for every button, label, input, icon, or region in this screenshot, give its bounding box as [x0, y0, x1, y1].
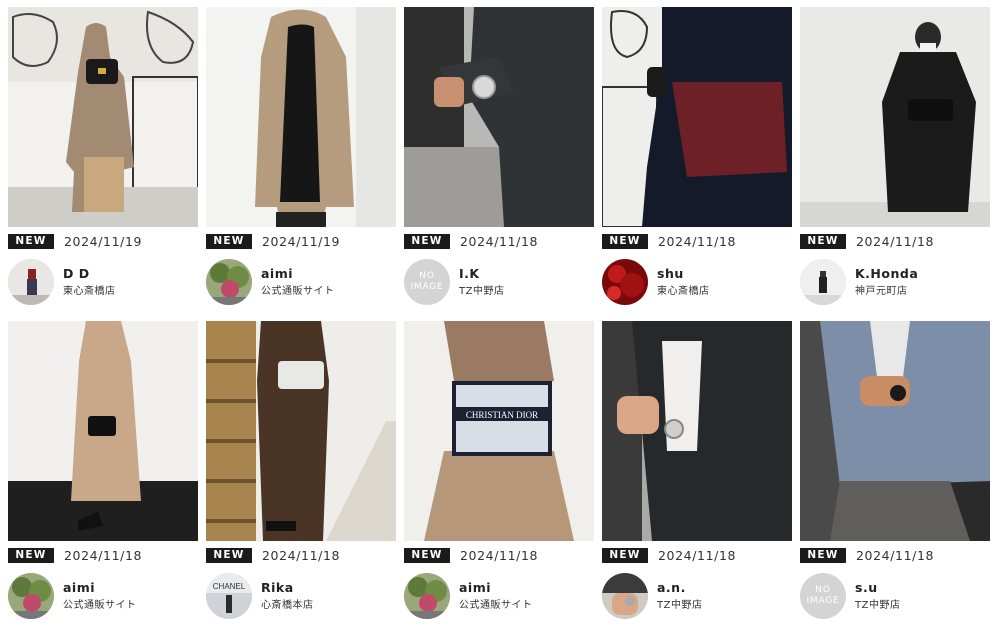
user-avatar[interactable]	[206, 259, 252, 305]
user-name[interactable]: aimi	[261, 266, 335, 282]
user-avatar[interactable]	[602, 259, 648, 305]
user-avatar[interactable]	[800, 259, 846, 305]
snap-card[interactable]: NEW 2024/11/18 NO IMAGE s.u TZ中野店	[800, 321, 990, 627]
snap-photo[interactable]	[8, 7, 198, 227]
store-name: 東心斎橋店	[63, 285, 116, 297]
new-badge: NEW	[800, 547, 846, 563]
post-date: 2024/11/18	[460, 233, 539, 249]
snap-photo[interactable]	[404, 7, 594, 227]
post-date: 2024/11/18	[856, 233, 935, 249]
new-badge: NEW	[602, 233, 648, 249]
post-date: 2024/11/18	[856, 547, 935, 563]
new-badge: NEW	[602, 547, 648, 563]
photo-bag-text: CHRISTIAN DIOR	[466, 410, 538, 420]
snap-card[interactable]: NEW 2024/11/18 shu 東心斎橋店	[602, 7, 792, 313]
post-date: 2024/11/18	[658, 233, 737, 249]
user-avatar[interactable]: CHANEL	[206, 573, 252, 619]
user-name[interactable]: Rika	[261, 580, 314, 596]
style-snap-grid: NEW 2024/11/19 D D 東心斎橋店 NEW 2024/11/19 …	[8, 7, 990, 627]
new-badge: NEW	[404, 547, 450, 563]
snap-photo[interactable]	[800, 7, 990, 227]
new-badge: NEW	[8, 547, 54, 563]
snap-photo[interactable]	[8, 321, 198, 541]
no-image-text: NO	[419, 271, 435, 281]
user-name[interactable]: aimi	[459, 580, 533, 596]
store-name: TZ中野店	[855, 599, 901, 611]
user-name[interactable]: D D	[63, 266, 116, 282]
no-image-avatar[interactable]: NO IMAGE	[800, 573, 846, 619]
post-date: 2024/11/18	[262, 547, 341, 563]
snap-photo[interactable]	[800, 321, 990, 541]
no-image-avatar[interactable]: NO IMAGE	[404, 259, 450, 305]
new-badge: NEW	[800, 233, 846, 249]
user-name[interactable]: I.K	[459, 266, 504, 282]
no-image-text: IMAGE	[806, 596, 840, 606]
store-name: 公式通販サイト	[459, 599, 533, 611]
snap-card[interactable]: CHRISTIAN DIOR NEW 2024/11/18 aimi 公式通販サ…	[404, 321, 594, 627]
no-image-text: NO	[815, 585, 831, 595]
snap-photo[interactable]	[602, 7, 792, 227]
post-date: 2024/11/19	[64, 233, 143, 249]
new-badge: NEW	[206, 233, 252, 249]
snap-photo[interactable]	[602, 321, 792, 541]
snap-card[interactable]: NEW 2024/11/18 NO IMAGE I.K TZ中野店	[404, 7, 594, 313]
user-name[interactable]: s.u	[855, 580, 900, 596]
store-name: TZ中野店	[459, 285, 505, 297]
snap-card[interactable]: NEW 2024/11/18 K.Honda 神戸元町店	[800, 7, 990, 313]
store-name: TZ中野店	[657, 599, 703, 611]
snap-photo[interactable]	[206, 7, 396, 227]
post-date: 2024/11/18	[658, 547, 737, 563]
store-name: 公式通販サイト	[63, 599, 137, 611]
new-badge: NEW	[404, 233, 450, 249]
snap-photo[interactable]: CHRISTIAN DIOR	[404, 321, 594, 541]
snap-card[interactable]: NEW 2024/11/19 aimi 公式通販サイト	[206, 7, 396, 313]
store-name: 公式通販サイト	[261, 285, 335, 297]
avatar-logo-text: CHANEL	[213, 582, 246, 591]
snap-card[interactable]: NEW 2024/11/18 CHANEL Rika 心斎橋本店	[206, 321, 396, 627]
user-avatar[interactable]	[8, 259, 54, 305]
store-name: 神戸元町店	[855, 285, 908, 297]
snap-card[interactable]: NEW 2024/11/18 aimi 公式通販サイト	[8, 321, 198, 627]
snap-card[interactable]: NEW 2024/11/18 a.n. TZ中野店	[602, 321, 792, 627]
user-name[interactable]: aimi	[63, 580, 137, 596]
new-badge: NEW	[206, 547, 252, 563]
user-name[interactable]: shu	[657, 266, 710, 282]
user-avatar[interactable]	[404, 573, 450, 619]
store-name: 東心斎橋店	[657, 285, 710, 297]
user-name[interactable]: K.Honda	[855, 266, 918, 282]
user-avatar[interactable]	[8, 573, 54, 619]
snap-photo[interactable]	[206, 321, 396, 541]
store-name: 心斎橋本店	[261, 599, 314, 611]
post-date: 2024/11/19	[262, 233, 341, 249]
no-image-text: IMAGE	[410, 282, 444, 292]
post-date: 2024/11/18	[460, 547, 539, 563]
user-name[interactable]: a.n.	[657, 580, 702, 596]
post-date: 2024/11/18	[64, 547, 143, 563]
snap-card[interactable]: NEW 2024/11/19 D D 東心斎橋店	[8, 7, 198, 313]
user-avatar[interactable]	[602, 573, 648, 619]
new-badge: NEW	[8, 233, 54, 249]
